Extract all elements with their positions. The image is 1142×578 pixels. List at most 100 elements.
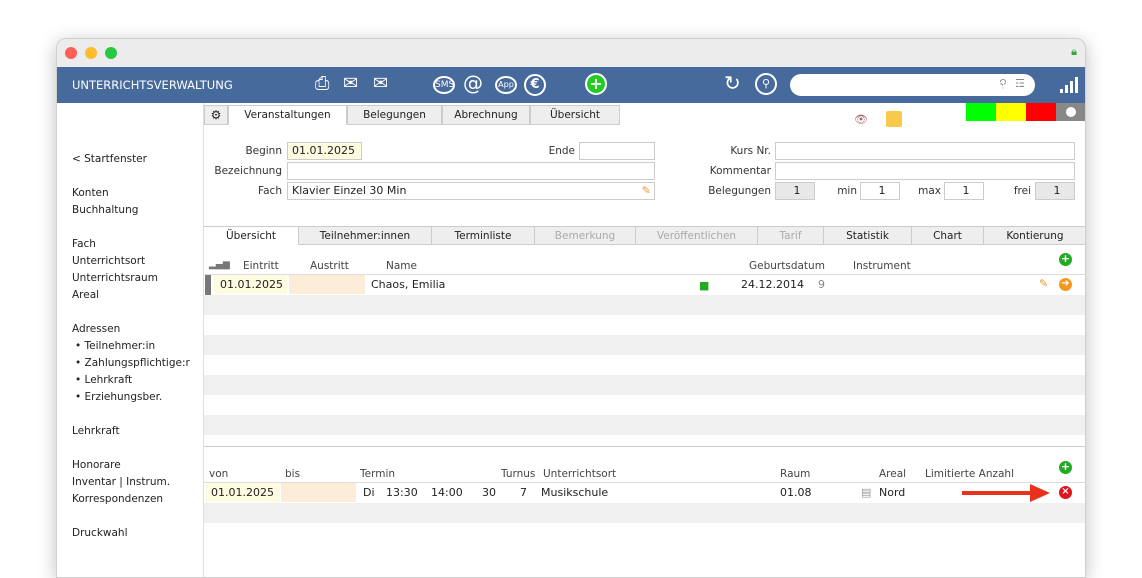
beginn-label: Beginn	[245, 145, 282, 157]
pencil-icon[interactable]: ✎	[1039, 277, 1048, 290]
minimize-window-button[interactable]	[85, 47, 97, 59]
email-at-icon[interactable]: @	[463, 71, 483, 95]
sort-icon[interactable]: ▂▄▆	[209, 260, 230, 270]
areal-cell[interactable]: Nord	[879, 483, 905, 502]
annotation-arrow	[962, 491, 1032, 495]
sidebar-item-druckwahl[interactable]: Druckwahl	[72, 527, 128, 539]
sidebar-item-startfenster[interactable]: < Startfenster	[72, 153, 147, 165]
status-yellow[interactable]	[996, 103, 1026, 121]
min-field[interactable]: 1	[860, 182, 900, 200]
tab-abrechnung[interactable]: Abrechnung	[442, 105, 530, 125]
tag-cell[interactable]: Di	[363, 483, 375, 502]
von-cell[interactable]: 01.01.2025	[206, 483, 280, 502]
age-cell: 9	[818, 278, 825, 291]
lock-icon: 🔒︎	[1071, 45, 1077, 58]
subtab-kontierung[interactable]: Kontierung	[984, 226, 1085, 245]
empty-row	[204, 295, 1085, 315]
raum-cell[interactable]: 01.08	[780, 483, 812, 502]
gear-icon[interactable]: ⚙	[204, 105, 228, 125]
title-bar: 🔒︎	[57, 39, 1085, 67]
bezeichnung-field[interactable]	[287, 162, 655, 180]
col-austritt[interactable]: Austritt	[310, 260, 349, 272]
status-none[interactable]	[1056, 103, 1085, 121]
name-cell[interactable]: Chaos, Emilia	[371, 275, 445, 294]
sms-icon[interactable]: SMS	[433, 76, 455, 94]
sidebar-item-inventar[interactable]: Inventar | Instrum.	[72, 476, 170, 488]
kurs-label: Kurs Nr.	[730, 145, 771, 157]
divider	[204, 446, 1085, 447]
tab-belegungen[interactable]: Belegungen	[347, 105, 442, 125]
tab-uebersicht[interactable]: Übersicht	[530, 105, 620, 125]
sidebar-item-korrespondenzen[interactable]: Korrespondenzen	[72, 493, 163, 505]
col-limitierte-anzahl: Limitierte Anzahl	[925, 468, 1014, 480]
subtab-terminliste[interactable]: Terminliste	[432, 226, 535, 245]
end-cell[interactable]: 14:00	[431, 483, 463, 502]
sidebar-item-honorare[interactable]: Honorare	[72, 459, 121, 471]
add-participant-button[interactable]: +	[1059, 253, 1072, 266]
col-name[interactable]: Name	[386, 260, 417, 272]
calendar-icon[interactable]: ▤	[861, 486, 871, 499]
tab-veranstaltungen[interactable]: Veranstaltungen	[228, 105, 347, 125]
status-red[interactable]	[1026, 103, 1056, 121]
eye-icon[interactable]: 👁︎	[854, 113, 868, 126]
sidebar-item-zahlungspflichtige[interactable]: • Zahlungspflichtige:r	[75, 357, 190, 369]
sidebar-item-buchhaltung[interactable]: Buchhaltung	[72, 204, 138, 216]
sidebar-item-unterrichtsort[interactable]: Unterrichtsort	[72, 255, 145, 267]
subtab-uebersicht[interactable]: Übersicht	[204, 226, 299, 245]
fach-value: Klavier Einzel 30 Min	[292, 184, 407, 197]
austritt-cell[interactable]	[289, 275, 365, 294]
kurs-field[interactable]	[775, 142, 1075, 160]
delete-icon[interactable]: ×	[1059, 486, 1072, 499]
subtab-chart[interactable]: Chart	[912, 226, 984, 245]
bis-cell[interactable]	[281, 483, 356, 502]
add-icon[interactable]: +	[585, 73, 607, 95]
mail-multiple-icon[interactable]: ✉	[373, 73, 388, 94]
kommentar-field[interactable]	[775, 162, 1075, 180]
sidebar-item-teilnehmer[interactable]: • Teilnehmer:in	[75, 340, 155, 352]
camera-icon[interactable]: ■	[699, 279, 709, 292]
status-green[interactable]	[966, 103, 996, 121]
kommentar-label: Kommentar	[709, 165, 771, 177]
euro-icon[interactable]: €	[524, 74, 546, 96]
refresh-icon[interactable]: ↻	[724, 71, 741, 95]
arrow-right-icon[interactable]: ➜	[1059, 278, 1072, 291]
col-unterrichtsort: Unterrichtsort	[543, 468, 617, 480]
schedule-row[interactable]: 01.01.2025 Di 13:30 14:00 30 7 Musikschu…	[204, 482, 1085, 503]
table-row[interactable]: 01.01.2025 Chaos, Emilia ■ 24.12.2014 9 …	[204, 274, 1085, 295]
col-geburtsdatum[interactable]: Geburtsdatum	[749, 260, 825, 272]
fach-label: Fach	[258, 185, 282, 197]
sidebar-item-adressen[interactable]: Adressen	[72, 323, 120, 335]
col-eintritt[interactable]: Eintritt	[243, 260, 279, 272]
add-schedule-button[interactable]: +	[1059, 461, 1072, 474]
frei-field: 1	[1035, 182, 1075, 200]
col-instrument[interactable]: Instrument	[853, 260, 911, 272]
note-icon[interactable]	[886, 111, 902, 127]
subtab-teilnehmer[interactable]: Teilnehmer:innen	[299, 226, 432, 245]
sidebar-item-unterrichtsraum[interactable]: Unterrichtsraum	[72, 272, 158, 284]
dauer-cell[interactable]: 30	[482, 483, 496, 502]
col-bis: bis	[285, 468, 301, 480]
subtab-statistik[interactable]: Statistik	[824, 226, 912, 245]
close-window-button[interactable]	[65, 47, 77, 59]
mail-icon[interactable]: ✉	[343, 73, 358, 94]
ort-cell[interactable]: Musikschule	[541, 483, 608, 502]
app-title: UNTERRICHTSVERWALTUNG	[72, 78, 233, 92]
beginn-field[interactable]: 01.01.2025	[287, 142, 362, 160]
start-cell[interactable]: 13:30	[386, 483, 418, 502]
sidebar-item-fach[interactable]: Fach	[72, 238, 96, 250]
turnus-cell[interactable]: 7	[520, 483, 527, 502]
zoom-window-button[interactable]	[105, 47, 117, 59]
app-icon[interactable]: App	[495, 76, 517, 94]
max-field[interactable]: 1	[944, 182, 984, 200]
sidebar-item-areal[interactable]: Areal	[72, 289, 99, 301]
sidebar-item-lehrkraft[interactable]: Lehrkraft	[72, 425, 120, 437]
ende-field[interactable]	[579, 142, 655, 160]
search-zoom-icon[interactable]: ⚲	[755, 73, 777, 95]
print-icon[interactable]: ⎙	[315, 73, 329, 94]
pencil-icon[interactable]: ✎	[642, 183, 651, 199]
sidebar-item-konten[interactable]: Konten	[72, 187, 109, 199]
fach-field[interactable]: Klavier Einzel 30 Min ✎	[287, 182, 655, 200]
sidebar-item-erziehungsber[interactable]: • Erziehungsber.	[75, 391, 162, 403]
sidebar-item-lehrkraft-adresse[interactable]: • Lehrkraft	[75, 374, 132, 386]
eintritt-cell[interactable]: 01.01.2025	[214, 275, 287, 294]
